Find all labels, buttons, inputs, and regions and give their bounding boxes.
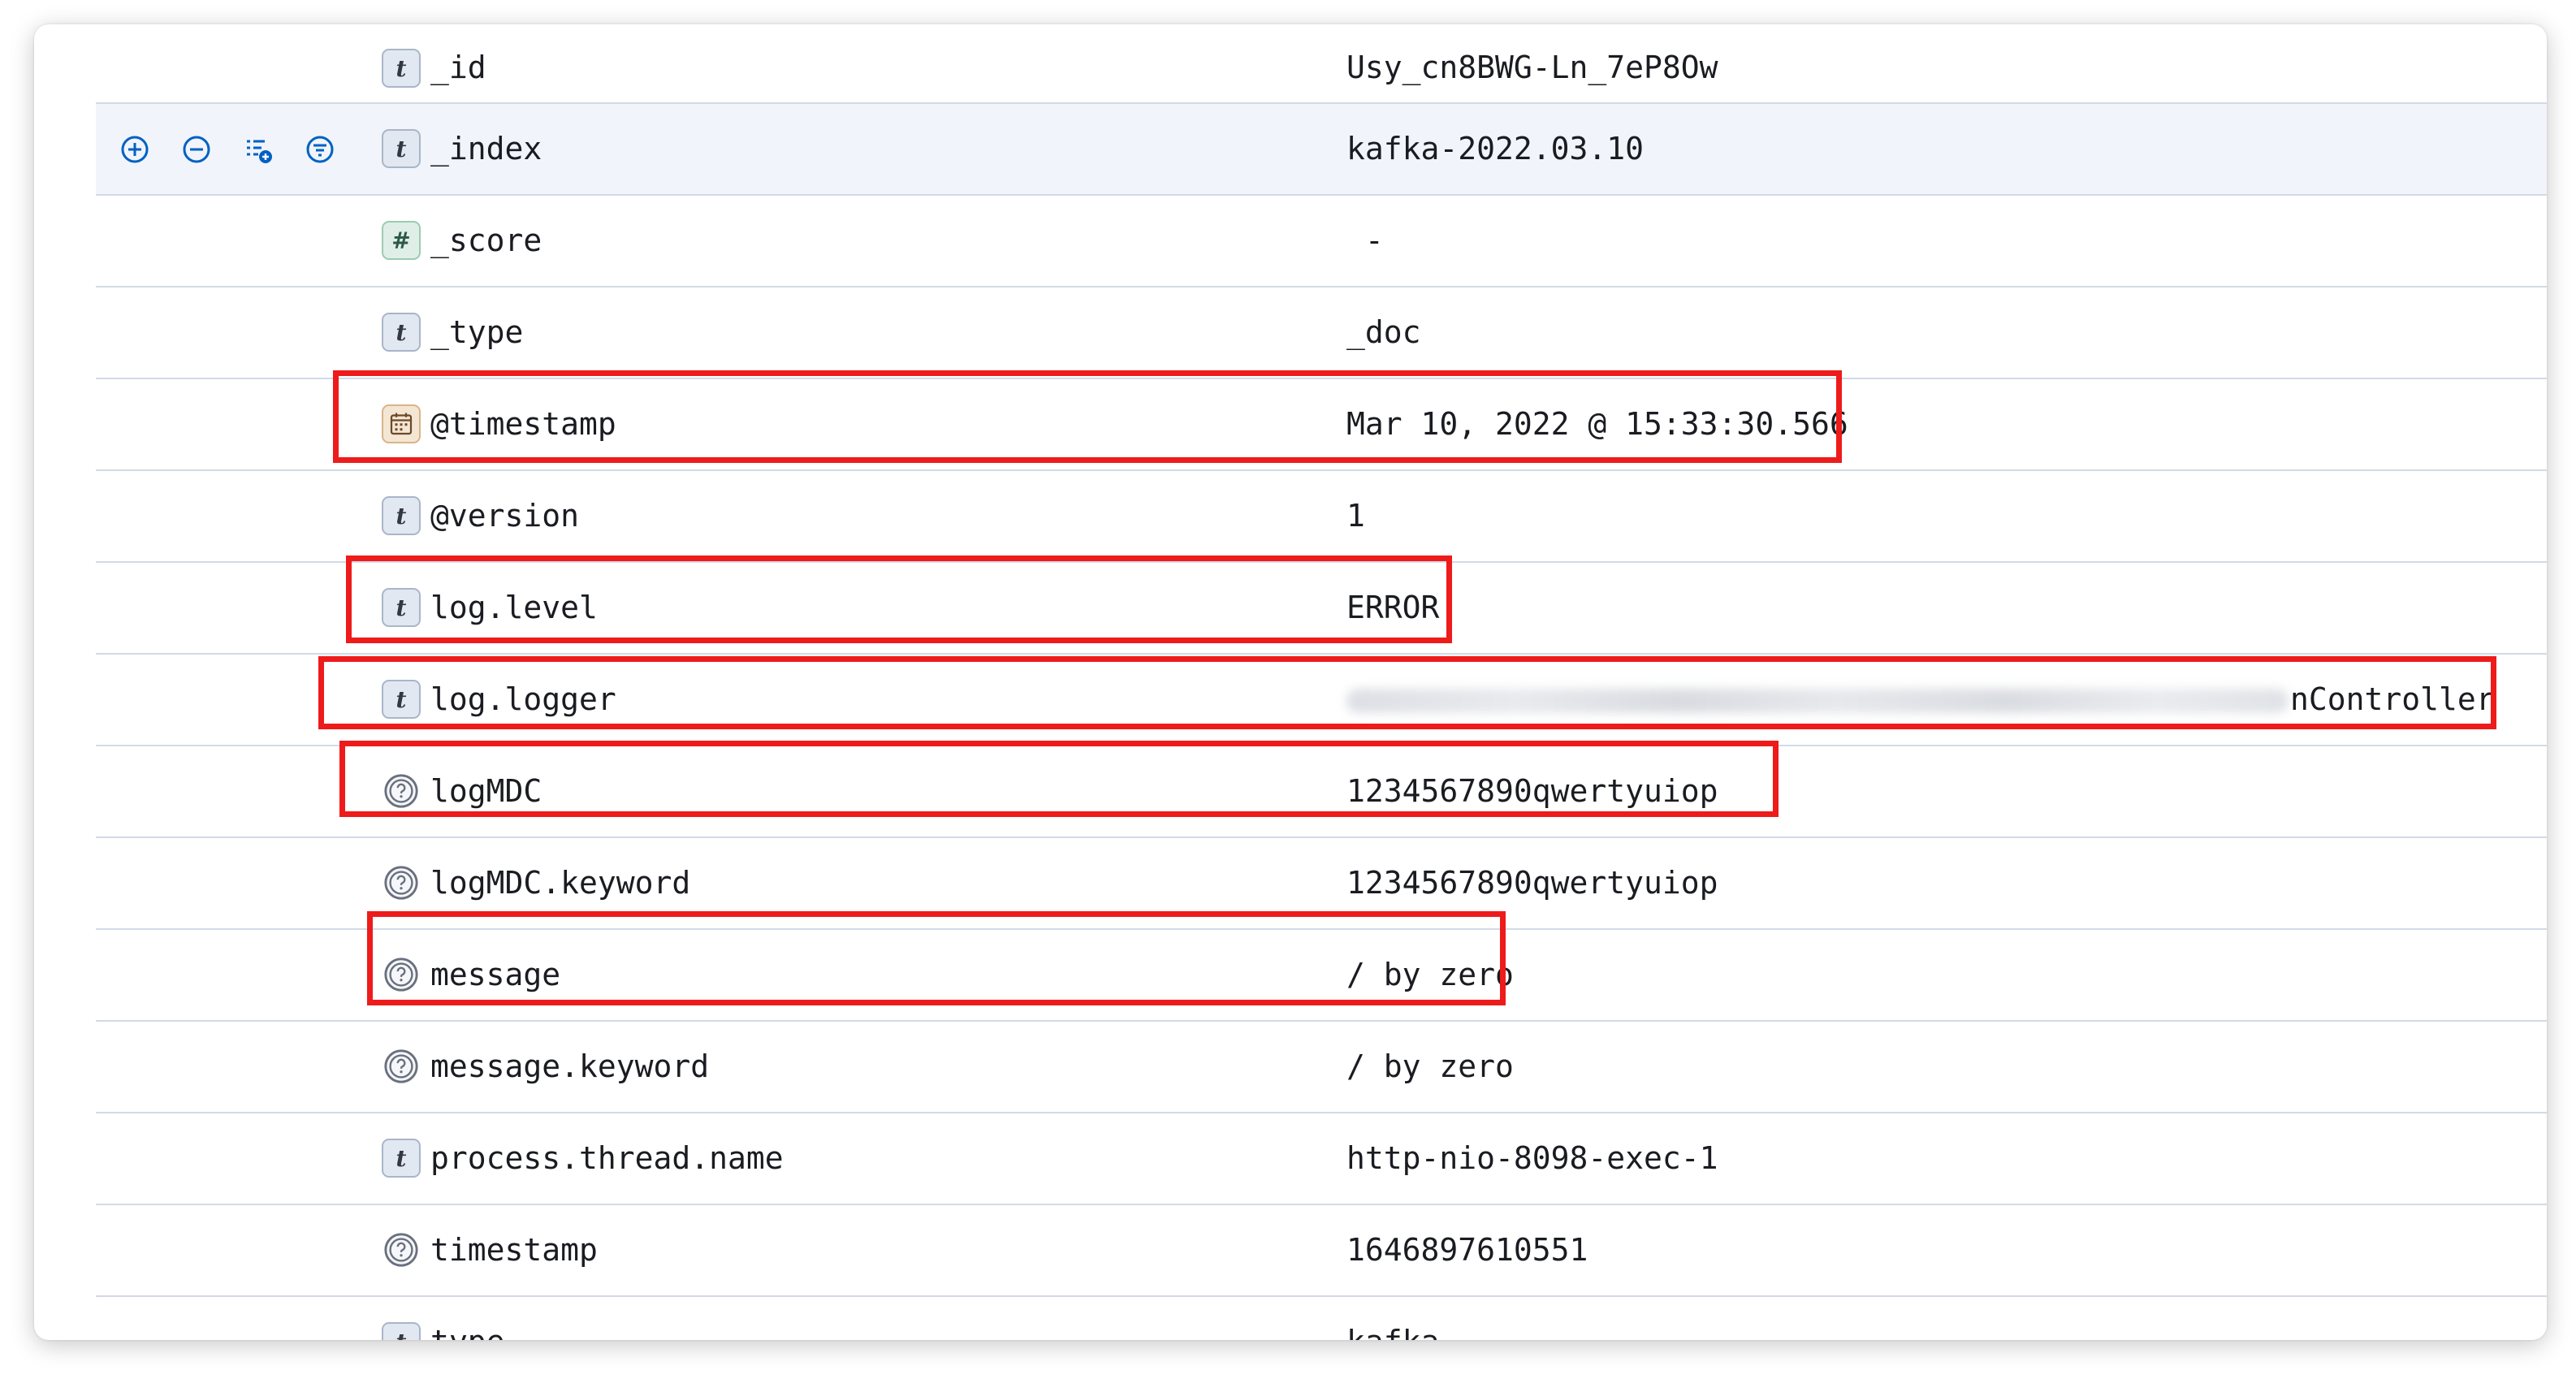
field-name: message <box>430 957 561 992</box>
text-type-icon: t <box>382 49 421 88</box>
text-type-icon: t <box>382 129 421 168</box>
field-value: Usy_cn8BWG-Ln_7eP8Ow <box>1346 50 1718 85</box>
table-row: message / by zero <box>96 930 2547 1022</box>
text-type-icon: t <box>382 588 421 627</box>
table-row: message.keyword / by zero <box>96 1022 2547 1113</box>
text-type-icon: t <box>382 496 421 535</box>
field-value: http-nio-8098-exec-1 <box>1346 1140 1718 1176</box>
field-value: 1 <box>1346 498 1365 534</box>
text-type-icon: t <box>382 313 421 352</box>
filter-exists-icon[interactable] <box>302 132 338 167</box>
field-name: process.thread.name <box>430 1140 784 1176</box>
table-row: @timestamp Mar 10, 2022 @ 15:33:30.566 <box>96 379 2547 471</box>
field-name: _score <box>430 223 542 258</box>
field-value: _doc <box>1346 314 1421 350</box>
table-row: t log.logger nController <box>96 655 2547 746</box>
field-name: _type <box>430 314 524 350</box>
text-type-icon: t <box>382 680 421 719</box>
field-name: @timestamp <box>430 406 616 442</box>
field-name: timestamp <box>430 1232 598 1268</box>
unknown-type-icon <box>382 1230 421 1269</box>
zoom-out-icon[interactable] <box>179 132 214 167</box>
field-value: kafka <box>1346 1320 1439 1340</box>
text-type-icon: t <box>382 1139 421 1178</box>
table-row: # _score - <box>96 196 2547 287</box>
field-name: log.level <box>430 590 598 625</box>
field-value: - <box>1346 223 1384 258</box>
zoom-in-icon[interactable] <box>117 132 153 167</box>
field-value: kafka-2022.03.10 <box>1346 131 1645 166</box>
redacted-value <box>1346 689 2289 713</box>
field-value: / by zero <box>1346 1048 1514 1084</box>
text-type-icon: t <box>382 1322 421 1340</box>
table-row: logMDC.keyword 1234567890qwertyuiop <box>96 838 2547 930</box>
table-row: t type kafka <box>96 1297 2547 1340</box>
table-row: t log.level ERROR <box>96 563 2547 655</box>
fields-table: t _id Usy_cn8BWG-Ln_7eP8Ow t _index kafk… <box>96 34 2547 1340</box>
field-name: type <box>430 1320 505 1340</box>
field-name: message.keyword <box>430 1048 710 1084</box>
field-value: 1234567890qwertyuiop <box>1346 865 1718 901</box>
field-value: Mar 10, 2022 @ 15:33:30.566 <box>1346 406 1848 442</box>
table-row: t _id Usy_cn8BWG-Ln_7eP8Ow <box>96 34 2547 104</box>
toggle-column-icon[interactable] <box>240 132 276 167</box>
table-row: logMDC 1234567890qwertyuiop <box>96 746 2547 838</box>
table-row: t _type _doc <box>96 287 2547 379</box>
field-name: log.logger <box>430 681 616 717</box>
table-row: t _index kafka-2022.03.10 <box>96 104 2547 196</box>
field-name: _index <box>430 131 542 166</box>
unknown-type-icon <box>382 863 421 902</box>
field-name: @version <box>430 498 580 534</box>
field-name: _id <box>430 50 486 85</box>
field-value: 1646897610551 <box>1346 1232 1588 1268</box>
field-name: logMDC.keyword <box>430 865 691 901</box>
unknown-type-icon <box>382 772 421 811</box>
field-value: nController <box>2290 681 2495 717</box>
table-row: t process.thread.name http-nio-8098-exec… <box>96 1113 2547 1205</box>
field-name: logMDC <box>430 773 542 809</box>
unknown-type-icon <box>382 1047 421 1086</box>
unknown-type-icon <box>382 955 421 994</box>
field-value: ERROR <box>1346 590 1440 625</box>
date-type-icon <box>382 404 421 443</box>
field-value: 1234567890qwertyuiop <box>1346 773 1718 809</box>
field-value: / by zero <box>1346 957 1514 992</box>
document-details-panel: t _id Usy_cn8BWG-Ln_7eP8Ow t _index kafk… <box>34 24 2547 1340</box>
table-row: t @version 1 <box>96 471 2547 563</box>
number-type-icon: # <box>382 221 421 260</box>
table-row: timestamp 1646897610551 <box>96 1205 2547 1297</box>
